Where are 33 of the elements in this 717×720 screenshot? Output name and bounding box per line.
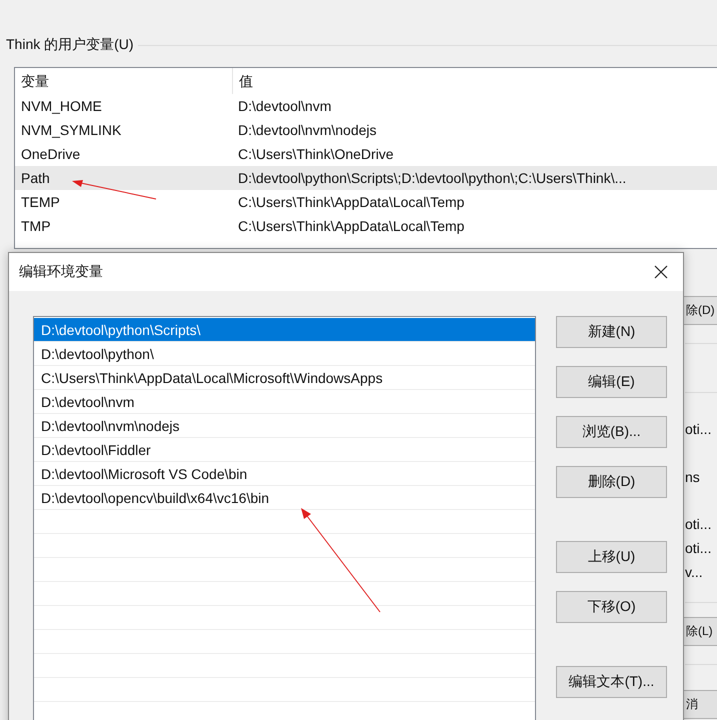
variable-row[interactable]: TEMP C:\Users\Think\AppData\Local\Temp: [15, 190, 717, 214]
path-entry[interactable]: D:\devtool\opencv\build\x64\vc16\bin: [38, 488, 272, 508]
partial-text: oti...: [685, 516, 712, 532]
dialog-button[interactable]: 新建(N): [556, 316, 667, 348]
dialog-button[interactable]: 编辑文本(T)...: [556, 666, 667, 698]
partial-text: v...: [685, 564, 703, 580]
path-entry[interactable]: D:\devtool\python\: [38, 344, 157, 364]
dialog-button[interactable]: 下移(O): [556, 591, 667, 623]
partial-button[interactable]: 消: [684, 690, 717, 719]
partial-text: oti...: [685, 421, 712, 437]
dialog-button[interactable]: 上移(U): [556, 541, 667, 573]
variable-row[interactable]: TMP C:\Users\Think\AppData\Local\Temp: [15, 214, 717, 238]
partial-text: ns: [685, 469, 700, 485]
column-header[interactable]: 变量: [15, 68, 232, 94]
path-entry[interactable]: D:\devtool\nvm\nodejs: [38, 416, 183, 436]
variable-row[interactable]: OneDrive C:\Users\Think\OneDrive: [15, 142, 717, 166]
dialog-button[interactable]: 编辑(E): [556, 366, 667, 398]
dialog-button[interactable]: 删除(D): [556, 466, 667, 498]
dialog-button[interactable]: 浏览(B)...: [556, 416, 667, 448]
variable-row[interactable]: Path D:\devtool\python\Scripts\;D:\devtool\python\;C:\Users\Think\...: [15, 166, 717, 190]
close-icon[interactable]: [654, 265, 668, 279]
partial-button[interactable]: 除(D): [684, 296, 717, 325]
partial-button[interactable]: 除(L): [684, 617, 717, 646]
path-entry[interactable]: C:\Users\Think\AppData\Local\Microsoft\WindowsApps: [38, 368, 386, 388]
group-label: Think 的用户变量(U): [6, 36, 134, 54]
column-header[interactable]: 值: [232, 68, 717, 94]
variable-row[interactable]: NVM_SYMLINK D:\devtool\nvm\nodejs: [15, 118, 717, 142]
path-entry[interactable]: D:\devtool\nvm: [38, 392, 138, 412]
variable-row[interactable]: NVM_HOME D:\devtool\nvm: [15, 94, 717, 118]
partial-text: oti...: [685, 540, 712, 556]
path-entry[interactable]: D:\devtool\Fiddler: [38, 440, 154, 460]
dialog-title: 编辑环境变量: [19, 263, 103, 281]
path-entry[interactable]: D:\devtool\Microsoft VS Code\bin: [38, 464, 250, 484]
